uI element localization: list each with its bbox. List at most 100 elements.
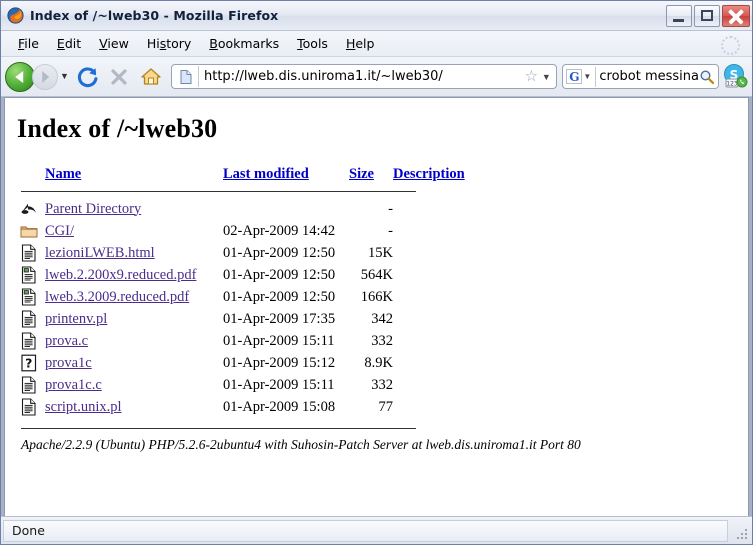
text-document-icon <box>19 330 45 352</box>
skype-icon[interactable]: S 123 <box>722 63 748 91</box>
table-row: lweb.3.2009.reduced.pdf 01-Apr-2009 12:50… <box>19 286 393 308</box>
menu-item-view[interactable]: View <box>90 34 138 53</box>
server-signature: Apache/2.2.9 (Ubuntu) PHP/5.2.6-2ubuntu4… <box>21 437 581 452</box>
title-bar: Index of /~lweb30 - Mozilla Firefox <box>1 1 752 31</box>
file-modified-cell <box>223 198 349 220</box>
column-icon <box>19 166 45 188</box>
file-name-cell: Parent Directory <box>45 198 223 220</box>
file-link[interactable]: prova.c <box>45 333 88 349</box>
file-modified-cell: 02-Apr-2009 14:42 <box>223 222 336 239</box>
unknown-document-icon: ? <box>19 352 45 374</box>
file-link[interactable]: lweb.2.200x9.reduced.pdf <box>45 267 196 283</box>
google-icon[interactable]: G <box>566 69 583 84</box>
file-size-cell: 15K <box>368 244 393 261</box>
svg-text:123: 123 <box>726 80 738 87</box>
sort-by-name-link[interactable]: Name <box>45 166 81 182</box>
column-size: Size <box>349 166 393 188</box>
menu-item-bookmarks[interactable]: Bookmarks <box>200 34 288 53</box>
file-size-cell: 166K <box>360 288 393 305</box>
magnifier-icon[interactable] <box>699 69 715 85</box>
reload-icon[interactable] <box>73 63 101 91</box>
sort-by-modified-link[interactable]: Last modified <box>223 166 309 182</box>
menu-item-tools[interactable]: Tools <box>288 34 337 53</box>
column-description: Description <box>393 166 465 188</box>
file-size-cell: 342 <box>371 310 393 327</box>
file-modified-cell: 01-Apr-2009 15:11 <box>223 332 335 349</box>
chevron-down-icon[interactable]: ▼ <box>582 72 592 81</box>
file-size-cell: 77 <box>378 398 394 415</box>
file-size-cell: 564K <box>360 266 393 283</box>
chevron-down-icon[interactable]: ▼ <box>58 72 71 81</box>
file-name-cell: printenv.pl <box>45 308 223 330</box>
throbber-idle-icon <box>721 36 740 55</box>
browser-window: Index of /~lweb30 - Mozilla Firefox File… <box>0 0 753 545</box>
firefox-logo-icon <box>7 7 24 24</box>
file-modified-cell: 01-Apr-2009 15:12 <box>223 354 336 371</box>
menu-item-history[interactable]: History <box>138 34 200 53</box>
file-size-cell: 8.9K <box>364 354 393 371</box>
file-modified-cell: 01-Apr-2009 12:50 <box>223 244 336 261</box>
resize-grip-icon[interactable] <box>730 520 750 542</box>
home-icon[interactable] <box>137 63 165 91</box>
table-row: script.unix.pl 01-Apr-2009 15:08 77 <box>19 396 393 418</box>
table-header-row: Name Last modified Size Description <box>19 166 465 188</box>
table-row: printenv.pl 01-Apr-2009 17:35 342 <box>19 308 393 330</box>
search-input[interactable]: crobot messina <box>599 69 699 84</box>
file-modified-cell: 01-Apr-2009 12:50 <box>223 288 336 305</box>
back-arrow-icon[interactable] <box>5 61 35 92</box>
search-divider <box>595 66 597 87</box>
text-document-icon <box>19 396 45 418</box>
menu-bar: File Edit View History Bookmarks Tools H… <box>1 31 752 57</box>
status-message: Done <box>3 519 728 542</box>
maximize-button[interactable] <box>694 4 720 27</box>
file-name-cell: prova.c <box>45 330 223 352</box>
text-document-icon <box>19 374 45 396</box>
file-modified-cell: 01-Apr-2009 15:08 <box>223 398 336 415</box>
url-input[interactable]: http://lweb.dis.uniroma1.it/~lweb30/ <box>204 69 522 84</box>
status-bar: Done <box>1 516 752 544</box>
window-title: Index of /~lweb30 - Mozilla Firefox <box>30 8 279 23</box>
table-row: CGI/02-Apr-2009 14:42 - <box>19 220 393 242</box>
file-name-cell: prova1c.c <box>45 374 223 396</box>
pdf-document-icon <box>19 286 45 308</box>
table-row: ? prova1c 01-Apr-2009 15:12 8.9K <box>19 352 393 374</box>
file-link[interactable]: prova1c.c <box>45 377 102 393</box>
column-name: Name <box>45 166 223 188</box>
menu-item-edit[interactable]: Edit <box>48 34 90 53</box>
navigation-toolbar: ▼ http://lweb.dis.uniroma1.it/~lweb30/ ☆… <box>1 57 752 97</box>
minimize-button[interactable] <box>666 4 692 27</box>
file-link[interactable]: lweb.3.2009.reduced.pdf <box>45 289 189 305</box>
url-bar[interactable]: http://lweb.dis.uniroma1.it/~lweb30/ ☆ ▼ <box>171 64 558 89</box>
table-row: prova.c 01-Apr-2009 15:11 332 <box>19 330 393 352</box>
file-name-cell: lweb.3.2009.reduced.pdf <box>45 286 223 308</box>
file-link[interactable]: CGI/ <box>45 223 74 239</box>
bookmark-star-icon[interactable]: ☆ <box>522 69 540 84</box>
file-name-cell: prova1c <box>45 352 223 374</box>
file-link[interactable]: Parent Directory <box>45 201 141 217</box>
file-link[interactable]: script.unix.pl <box>45 399 122 415</box>
svg-text:?: ? <box>25 356 32 371</box>
menu-item-help[interactable]: Help <box>337 34 384 53</box>
file-name-cell: lezioniLWEB.html <box>45 242 223 264</box>
file-size-cell: 332 <box>371 376 393 393</box>
directory-listing-table: Name Last modified Size Description <box>19 166 465 188</box>
search-bar[interactable]: G ▼ crobot messina <box>562 64 719 89</box>
file-link[interactable]: prova1c <box>45 355 92 371</box>
header-divider <box>21 191 416 192</box>
file-modified-cell: 01-Apr-2009 17:35 <box>223 310 336 327</box>
table-row: lweb.2.200x9.reduced.pdf 01-Apr-2009 12:5… <box>19 264 393 286</box>
file-link[interactable]: printenv.pl <box>45 311 107 327</box>
file-size-cell: - <box>388 222 393 239</box>
table-row: Parent Directory - <box>19 198 393 220</box>
file-link[interactable]: lezioniLWEB.html <box>45 245 155 261</box>
table-row: lezioniLWEB.html 01-Apr-2009 12:50 15K <box>19 242 393 264</box>
sort-by-description-link[interactable]: Description <box>393 166 465 182</box>
table-row: prova1c.c 01-Apr-2009 15:11 332 <box>19 374 393 396</box>
file-size-cell: - <box>388 200 393 217</box>
chevron-down-icon[interactable]: ▼ <box>540 72 552 82</box>
directory-listing-body: Parent Directory - CGI/02-Apr-2009 14:42 - l… <box>19 198 393 418</box>
sort-by-size-link[interactable]: Size <box>349 166 374 182</box>
file-size-cell: 332 <box>371 332 393 349</box>
close-button[interactable] <box>722 4 750 27</box>
menu-item-file[interactable]: File <box>9 34 48 53</box>
